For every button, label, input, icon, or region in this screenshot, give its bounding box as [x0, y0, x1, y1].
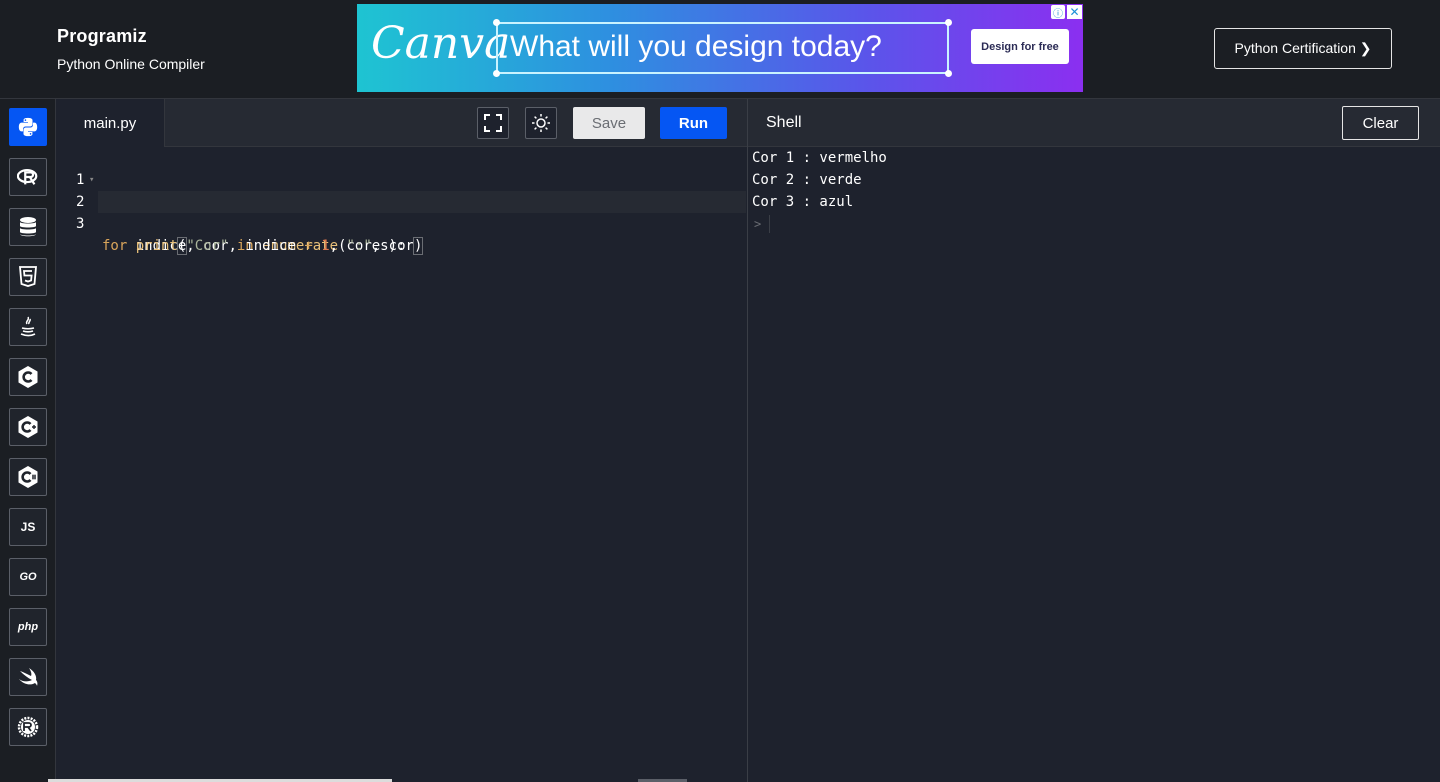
fold-arrow-icon[interactable]: ▾: [89, 169, 94, 191]
code-line: 1 cores = ["vermelho", "verde", "azul"]: [56, 147, 747, 210]
csharp-icon: [18, 466, 38, 488]
python-certification-button[interactable]: Python Certification ❯: [1214, 28, 1392, 69]
ad-headline-frame: What will you design today?: [493, 19, 952, 77]
ad-close-icon[interactable]: ✕: [1067, 5, 1082, 19]
frame-handle: [945, 70, 952, 77]
language-sidebar: JS GO php: [0, 99, 56, 782]
ad-logo: Canva: [371, 18, 511, 69]
brand-logo[interactable]: Programiz: [57, 26, 205, 47]
output-line: Cor 1 : vermelho: [752, 150, 887, 166]
line-number: 2: [76, 194, 85, 210]
shell-output[interactable]: Cor 1 : vermelho Cor 2 : verde Cor 3 : a…: [748, 147, 1440, 782]
sidebar-item-java[interactable]: [9, 308, 47, 346]
prompt-symbol: >: [754, 217, 762, 231]
fullscreen-icon: [484, 114, 502, 132]
advertisement-banner[interactable]: Canva What will you design today? Design…: [357, 4, 1083, 92]
r-icon: [17, 169, 38, 185]
go-icon: GO: [19, 571, 37, 583]
top-header: Programiz Python Online Compiler Canva W…: [0, 0, 1440, 99]
theme-toggle-button[interactable]: [525, 107, 557, 139]
frame-handle: [493, 19, 500, 26]
sidebar-item-c[interactable]: [9, 358, 47, 396]
cpp-icon: [18, 416, 38, 438]
sidebar-item-cpp[interactable]: [9, 408, 47, 446]
code-text: print("Cor", indice + 1, ":", cor): [135, 237, 424, 255]
code-line-active: 3 print("Cor", indice + 1, ":", cor): [76, 191, 746, 255]
tab-main-py[interactable]: main.py: [56, 99, 165, 147]
js-icon: JS: [20, 520, 36, 534]
save-button[interactable]: Save: [573, 107, 645, 139]
code-editor[interactable]: 1 cores = ["vermelho", "verde", "azul"] …: [56, 147, 747, 782]
sidebar-item-csharp[interactable]: [9, 458, 47, 496]
output-line: Cor 3 : azul: [752, 194, 854, 210]
line-number: 3: [76, 216, 85, 232]
output-line: Cor 2 : verde: [752, 172, 862, 188]
fullscreen-button[interactable]: [477, 107, 509, 139]
rust-icon: [17, 716, 39, 738]
shell-prompt[interactable]: >: [748, 213, 1440, 235]
ad-headline: What will you design today?: [510, 30, 882, 63]
sidebar-item-sql[interactable]: [9, 208, 47, 246]
ad-cta-button[interactable]: Design for free: [971, 29, 1069, 64]
shell-toolbar: Shell Clear: [748, 99, 1440, 147]
prompt-caret: [769, 215, 770, 233]
html5-icon: [19, 266, 37, 287]
shell-title: Shell: [766, 114, 802, 131]
editor-toolbar: main.py Save Run: [56, 99, 747, 147]
brand-subtitle: Python Online Compiler: [57, 56, 205, 72]
clear-button[interactable]: Clear: [1342, 106, 1419, 140]
database-icon: [20, 217, 36, 237]
sidebar-item-html[interactable]: [9, 258, 47, 296]
code-line: 2 ▾ for indice, cor in enumerate(cores):: [56, 169, 747, 254]
ad-info-icon[interactable]: ⓘ: [1051, 5, 1065, 20]
sidebar-item-rust[interactable]: [9, 708, 47, 746]
sun-icon: [532, 114, 550, 132]
sidebar-item-swift[interactable]: [9, 658, 47, 696]
sidebar-item-python[interactable]: [9, 108, 47, 146]
python-icon: [18, 117, 38, 137]
frame-handle: [945, 19, 952, 26]
sidebar-item-javascript[interactable]: JS: [9, 508, 47, 546]
java-icon: [20, 316, 36, 337]
c-icon: [18, 366, 38, 388]
sidebar-item-go[interactable]: GO: [9, 558, 47, 596]
frame-handle: [493, 70, 500, 77]
run-button[interactable]: Run: [660, 107, 727, 139]
brand[interactable]: Programiz Python Online Compiler: [57, 26, 205, 72]
php-icon: php: [17, 621, 39, 633]
swift-icon: [19, 668, 38, 686]
sidebar-item-php[interactable]: php: [9, 608, 47, 646]
sidebar-item-r[interactable]: [9, 158, 47, 196]
